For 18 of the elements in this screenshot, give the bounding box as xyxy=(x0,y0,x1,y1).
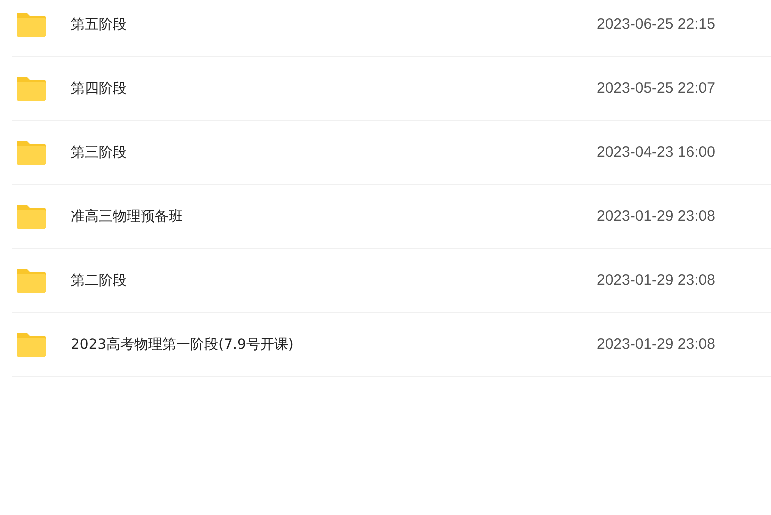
modified-date: 2023-01-29 23:08 xyxy=(597,336,716,353)
folder-icon xyxy=(16,268,47,294)
modified-date: 2023-06-25 22:15 xyxy=(597,16,716,33)
folder-name[interactable]: 2023高考物理第一阶段(7.9号开课) xyxy=(71,336,597,354)
folder-icon xyxy=(16,204,47,230)
folder-name[interactable]: 第三阶段 xyxy=(71,144,597,162)
modified-date: 2023-05-25 22:07 xyxy=(597,80,716,97)
modified-date: 2023-01-29 23:08 xyxy=(597,208,716,225)
folder-name[interactable]: 准高三物理预备班 xyxy=(71,208,597,226)
folder-name[interactable]: 第二阶段 xyxy=(71,272,597,290)
folder-icon xyxy=(16,140,47,166)
folder-icon xyxy=(16,332,47,358)
modified-date: 2023-01-29 23:08 xyxy=(597,272,716,289)
folder-icon xyxy=(16,76,47,102)
folder-icon xyxy=(16,12,47,38)
modified-date: 2023-04-23 16:00 xyxy=(597,144,716,161)
folder-name[interactable]: 第四阶段 xyxy=(71,80,597,98)
folder-name[interactable]: 第五阶段 xyxy=(71,16,597,34)
